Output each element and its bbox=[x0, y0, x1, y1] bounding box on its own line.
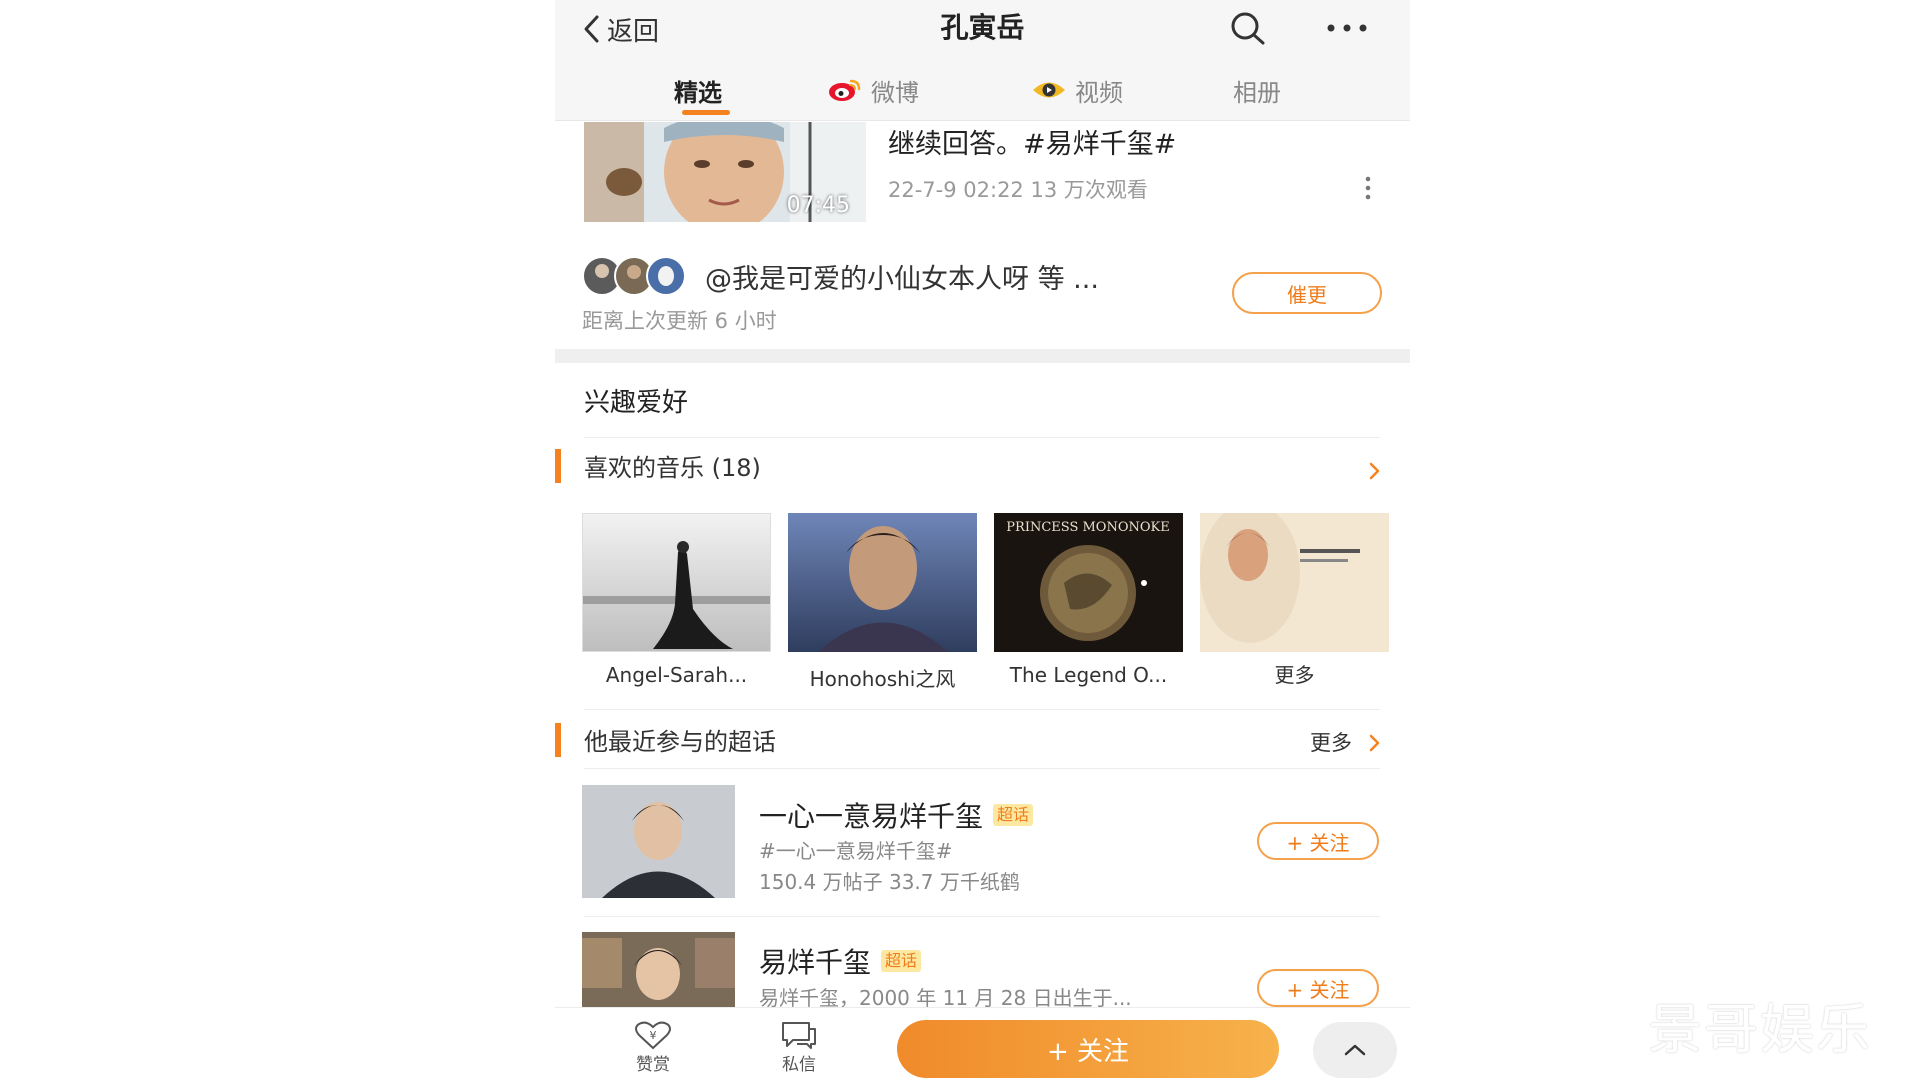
tab-weibo[interactable]: 微博 bbox=[827, 72, 919, 108]
chevron-right-icon[interactable] bbox=[1368, 461, 1382, 481]
bottom-action-bar: ¥ 赞赏 私信 + 关注 bbox=[555, 1007, 1410, 1080]
album-art bbox=[583, 514, 770, 651]
album-art: PRINCESS MONONOKE bbox=[994, 513, 1183, 652]
chevron-left-icon bbox=[584, 15, 599, 43]
topic-name[interactable]: 易烊千玺 超话 bbox=[759, 941, 922, 981]
reward-heart-icon: ¥ bbox=[635, 1021, 671, 1050]
more-button[interactable] bbox=[1321, 12, 1373, 44]
tab-label: 微博 bbox=[871, 78, 919, 107]
album-label[interactable]: The Legend O... bbox=[994, 663, 1183, 687]
album-cover-mononoke[interactable]: PRINCESS MONONOKE bbox=[994, 513, 1183, 652]
video-options-button[interactable] bbox=[1361, 174, 1375, 202]
chevron-up-icon bbox=[1344, 1044, 1366, 1056]
divider-line bbox=[584, 437, 1380, 438]
follow-topic-button[interactable]: + 关注 bbox=[1257, 969, 1379, 1007]
video-duration: 07:45 bbox=[786, 193, 850, 218]
chevron-right-icon[interactable] bbox=[1368, 733, 1382, 753]
section-accent-bar bbox=[555, 723, 561, 757]
album-label[interactable]: Honohoshi之风 bbox=[788, 663, 977, 692]
active-tab-indicator bbox=[682, 110, 730, 115]
back-button[interactable]: 返回 bbox=[581, 8, 659, 50]
topic-stats: 150.4 万帖子 33.7 万千纸鹤 bbox=[759, 870, 1020, 894]
scroll-to-top-button[interactable] bbox=[1313, 1022, 1397, 1078]
tab-label: 精选 bbox=[674, 78, 722, 107]
follow-user-button[interactable]: + 关注 bbox=[897, 1020, 1279, 1078]
super-topic-badge: 超话 bbox=[993, 804, 1034, 826]
album-art bbox=[1200, 513, 1389, 652]
section-divider bbox=[555, 349, 1410, 363]
topic-thumbnail[interactable] bbox=[582, 932, 735, 1007]
tab-label: 视频 bbox=[1075, 78, 1123, 107]
topic-tag: #一心一意易烊千玺# bbox=[759, 839, 953, 863]
phone-screen: 返回 孔寅岳 精选 微博 视频 相册 07:45 继续回答。#易烊千玺# 22-… bbox=[555, 0, 1410, 1080]
page-title: 孔寅岳 bbox=[940, 11, 1025, 44]
video-thumbnail[interactable]: 07:45 bbox=[584, 122, 866, 222]
back-label: 返回 bbox=[607, 16, 660, 47]
album-cover-honohoshi[interactable] bbox=[788, 513, 977, 652]
tab-featured[interactable]: 精选 bbox=[674, 72, 722, 108]
svg-text:PRINCESS MONONOKE: PRINCESS MONONOKE bbox=[1006, 520, 1169, 535]
hobbies-section-title: 兴趣爱好 bbox=[584, 388, 689, 418]
urge-followers-text: @我是可爱的小仙女本人呀 等 ... bbox=[705, 264, 1099, 295]
topic-name-text: 一心一意易烊千玺 bbox=[759, 800, 984, 833]
album-label-more[interactable]: 更多 bbox=[1200, 659, 1389, 688]
divider-line bbox=[584, 709, 1380, 710]
tab-album[interactable]: 相册 bbox=[1233, 72, 1281, 108]
video-eye-icon bbox=[1033, 82, 1065, 98]
topic-name[interactable]: 一心一意易烊千玺 超话 bbox=[759, 795, 1034, 835]
album-cover-angel[interactable] bbox=[582, 513, 771, 652]
watermark-text: 景哥娱乐 bbox=[1648, 998, 1872, 1061]
top-nav-bar: 返回 孔寅岳 bbox=[555, 0, 1410, 59]
favorite-music-header[interactable]: 喜欢的音乐 (18) bbox=[584, 448, 761, 483]
chat-bubble-icon bbox=[782, 1022, 816, 1049]
message-label: 私信 bbox=[782, 1055, 816, 1075]
album-art bbox=[788, 513, 977, 652]
message-button[interactable]: 私信 bbox=[759, 1020, 839, 1075]
search-button[interactable] bbox=[1227, 8, 1269, 48]
urge-update-button[interactable]: 催更 bbox=[1232, 272, 1382, 314]
recent-topics-header: 他最近参与的超话 bbox=[584, 728, 776, 756]
last-update-text: 距离上次更新 6 小时 bbox=[582, 309, 777, 333]
divider-line bbox=[584, 768, 1380, 769]
weibo-logo-icon bbox=[829, 79, 861, 101]
topic-thumbnail[interactable] bbox=[582, 785, 735, 898]
avatar-stack bbox=[582, 256, 686, 296]
tab-video[interactable]: 视频 bbox=[1031, 72, 1123, 108]
section-accent-bar bbox=[555, 449, 561, 483]
album-cover-more[interactable] bbox=[1200, 513, 1389, 652]
follower-avatars[interactable] bbox=[582, 256, 694, 296]
svg-text:¥: ¥ bbox=[650, 1029, 657, 1042]
more-vertical-icon bbox=[1365, 176, 1371, 200]
more-horizontal-icon bbox=[1327, 24, 1367, 32]
album-label[interactable]: Angel-Sarah... bbox=[582, 663, 771, 687]
topics-more-link[interactable]: 更多 bbox=[1310, 727, 1352, 757]
tab-label: 相册 bbox=[1233, 78, 1281, 107]
video-title[interactable]: 继续回答。#易烊千玺# bbox=[888, 122, 1176, 161]
search-icon bbox=[1231, 12, 1265, 45]
reward-button[interactable]: ¥ 赞赏 bbox=[613, 1020, 693, 1075]
super-topic-badge: 超话 bbox=[881, 950, 922, 972]
topic-image bbox=[582, 932, 735, 1007]
topic-image bbox=[582, 785, 735, 898]
reward-label: 赞赏 bbox=[636, 1055, 670, 1075]
divider-line bbox=[584, 916, 1380, 917]
video-meta: 22-7-9 02:22 13 万次观看 bbox=[888, 178, 1148, 202]
topic-name-text: 易烊千玺 bbox=[759, 946, 872, 979]
follow-topic-button[interactable]: + 关注 bbox=[1257, 822, 1379, 860]
